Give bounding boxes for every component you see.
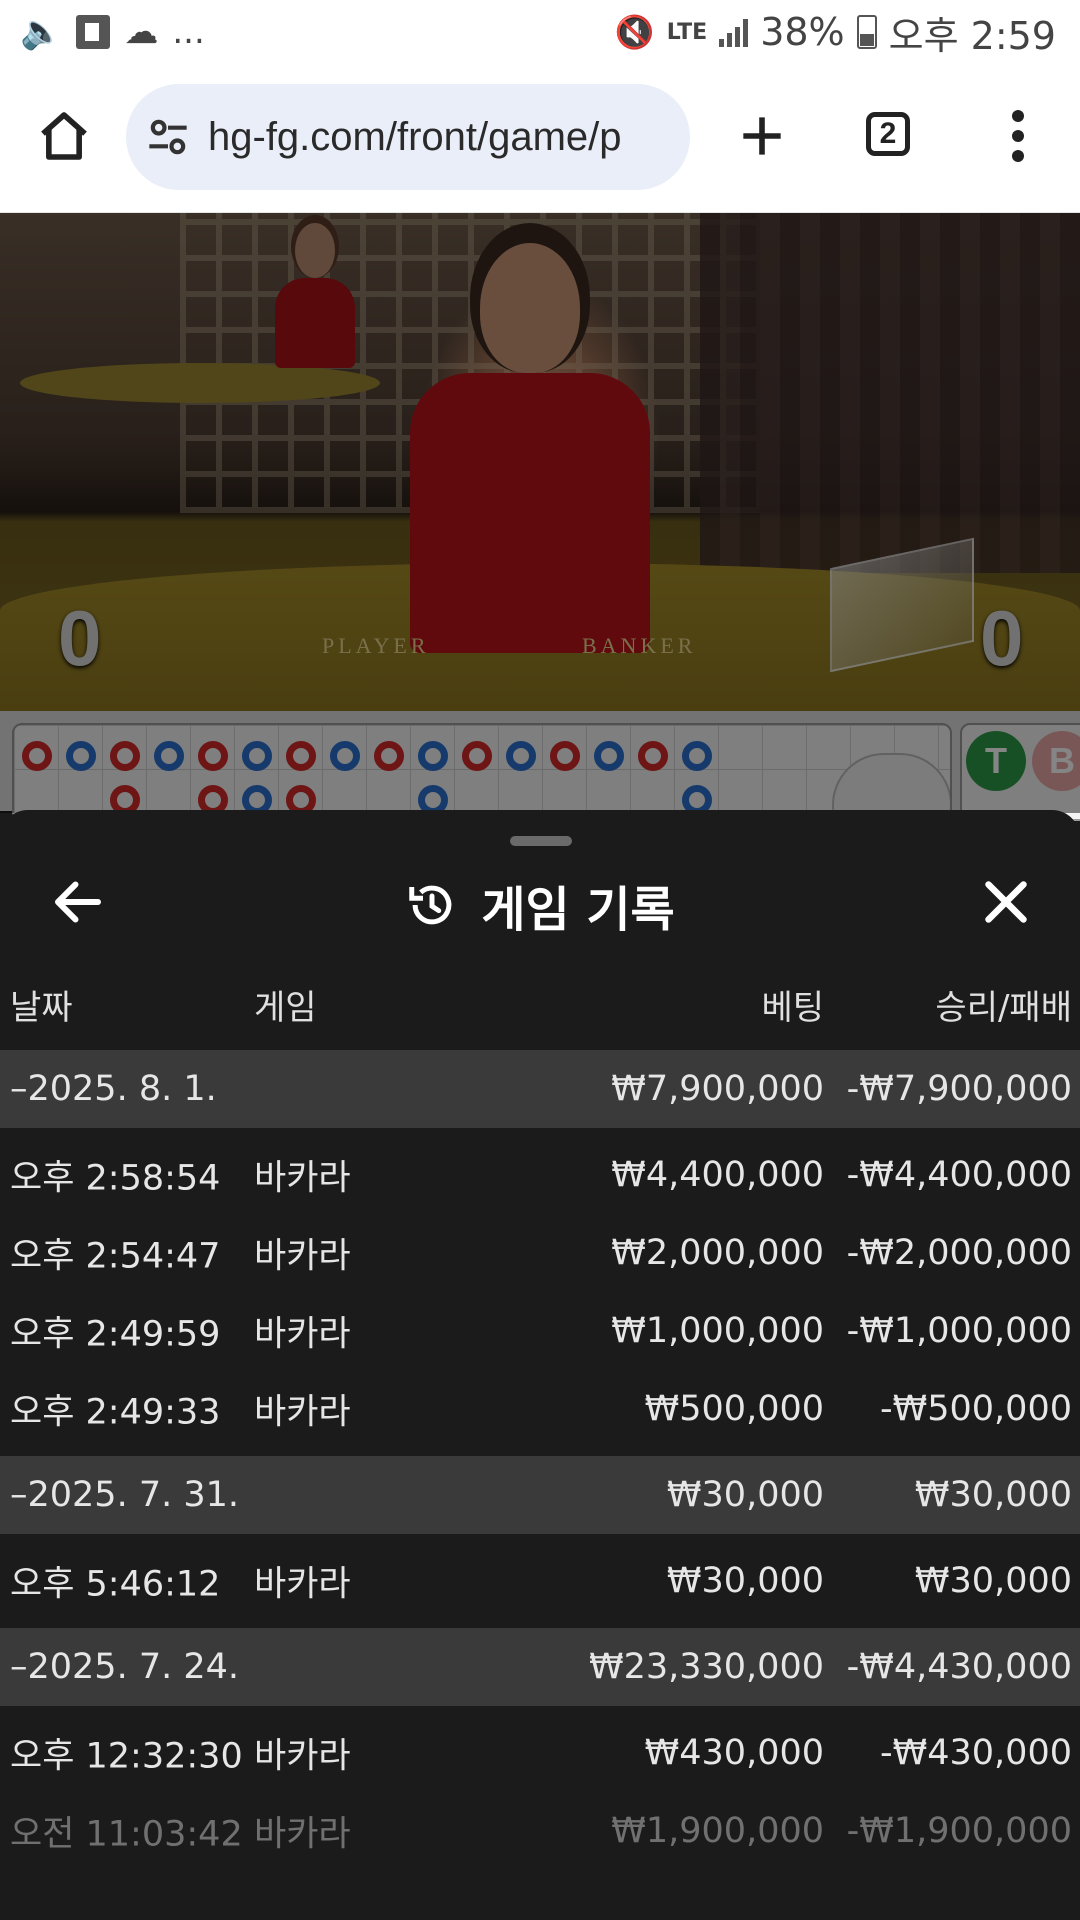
row-win-loss: -₩1,900,000 [846,1811,1072,1851]
group-win-loss-total: ₩30,000 [914,1475,1072,1515]
group-bet-total: ₩23,330,000 [588,1647,824,1687]
network-label: LTE [666,19,708,45]
site-settings-icon[interactable] [140,109,196,165]
row-game: 바카라 [254,1236,351,1277]
date-group-row[interactable]: –2025. 7. 31. ₩30,000 ₩30,000 [0,1456,1080,1534]
row-win-loss: -₩4,400,000 [846,1155,1072,1195]
browser-toolbar: hg-fg.com/front/game/p 2 [0,64,1080,214]
speaker-icon: 🔈 [20,12,63,52]
history-row[interactable]: 오전 11:03:42 바카라 ₩1,900,000 -₩1,900,000 [0,1792,1080,1870]
row-game: 바카라 [254,1564,351,1605]
battery-percent: 38% [760,10,845,54]
row-game: 바카라 [254,1314,351,1355]
flipboard-icon [76,15,111,49]
status-right: 🔇 LTE 38% 오후 2:59 [614,10,1056,58]
url-text[interactable]: hg-fg.com/front/game/p [208,115,678,160]
close-icon[interactable] [976,872,1036,932]
sheet-handle[interactable] [510,836,572,846]
row-time: 오후 2:49:33 [10,1392,221,1433]
sheet-header: 게임 기록 [0,870,1080,940]
column-header-bet: 베팅 [761,988,824,1028]
sheet-backdrop[interactable] [0,213,1080,813]
row-game: 바카라 [254,1392,351,1433]
row-game: 바카라 [254,1736,351,1777]
column-header-game: 게임 [254,988,317,1028]
new-tab-icon[interactable] [734,108,790,164]
date-group-row[interactable]: –2025. 7. 24. ₩23,330,000 -₩4,430,000 [0,1628,1080,1706]
row-time: 오후 2:54:47 [10,1236,221,1277]
game-history-sheet: 게임 기록 날짜 게임 베팅 승리/패배 –2025. 8. 1. ₩7,900… [0,810,1080,1920]
history-row[interactable]: 오후 2:58:54 바카라 ₩4,400,000 -₩4,400,000 [0,1136,1080,1214]
tab-switcher-button[interactable]: 2 [866,112,910,156]
group-bet-total: ₩7,900,000 [611,1069,824,1109]
row-win-loss: -₩430,000 [880,1733,1072,1773]
row-time: 오후 2:49:59 [10,1314,221,1355]
row-time: 오후 12:32:30 [10,1736,243,1777]
history-table: –2025. 8. 1. ₩7,900,000 -₩7,900,000 오후 2… [0,1050,1080,1870]
weather-icon: ☁ [124,12,159,52]
status-time: 오후 2:59 [888,13,1056,58]
row-win-loss: -₩2,000,000 [846,1233,1072,1273]
history-row[interactable]: 오후 2:49:33 바카라 ₩500,000 -₩500,000 [0,1370,1080,1448]
row-bet: ₩500,000 [644,1389,824,1429]
signal-icon [719,17,749,47]
history-row[interactable]: 오후 5:46:12 바카라 ₩30,000 ₩30,000 [0,1542,1080,1620]
more-menu-icon[interactable] [998,108,1038,164]
row-game: 바카라 [254,1814,351,1855]
mute-icon: 🔇 [614,13,655,51]
row-bet: ₩4,400,000 [611,1155,824,1195]
row-time: 오전 11:03:42 [10,1814,243,1855]
group-date: –2025. 8. 1. [10,1069,217,1109]
history-table-header: 날짜 게임 베팅 승리/패배 [0,980,1080,1040]
group-win-loss-total: -₩4,430,000 [846,1647,1072,1687]
row-game: 바카라 [254,1158,351,1199]
group-bet-total: ₩30,000 [666,1475,824,1515]
row-bet: ₩1,900,000 [611,1811,824,1851]
column-header-date: 날짜 [10,988,73,1028]
group-win-loss-total: -₩7,900,000 [846,1069,1072,1109]
status-bar: 🔈 ☁ ... 🔇 LTE 38% 오후 2:59 [0,0,1080,64]
group-date: –2025. 7. 31. [10,1475,240,1515]
history-row[interactable]: 오후 2:54:47 바카라 ₩2,000,000 -₩2,000,000 [0,1214,1080,1292]
row-bet: ₩30,000 [666,1561,824,1601]
home-icon[interactable] [36,108,92,164]
history-row[interactable]: 오후 12:32:30 바카라 ₩430,000 -₩430,000 [0,1714,1080,1792]
more-notifications: ... [172,12,205,52]
row-win-loss: -₩1,000,000 [846,1311,1072,1351]
address-bar[interactable]: hg-fg.com/front/game/p [126,84,690,190]
row-win-loss: -₩500,000 [880,1389,1072,1429]
row-bet: ₩430,000 [644,1733,824,1773]
row-bet: ₩1,000,000 [611,1311,824,1351]
row-win-loss: ₩30,000 [914,1561,1072,1601]
row-time: 오후 2:58:54 [10,1158,221,1199]
row-bet: ₩2,000,000 [611,1233,824,1273]
history-icon [409,885,452,925]
group-date: –2025. 7. 24. [10,1647,240,1687]
status-left: 🔈 ☁ ... [20,10,205,54]
battery-icon [856,15,877,49]
history-row[interactable]: 오후 2:49:59 바카라 ₩1,000,000 -₩1,000,000 [0,1292,1080,1370]
sheet-title: 게임 기록 [481,882,675,938]
row-time: 오후 5:46:12 [10,1564,221,1605]
date-group-row[interactable]: –2025. 8. 1. ₩7,900,000 -₩7,900,000 [0,1050,1080,1128]
column-header-win-loss: 승리/패배 [935,988,1072,1028]
